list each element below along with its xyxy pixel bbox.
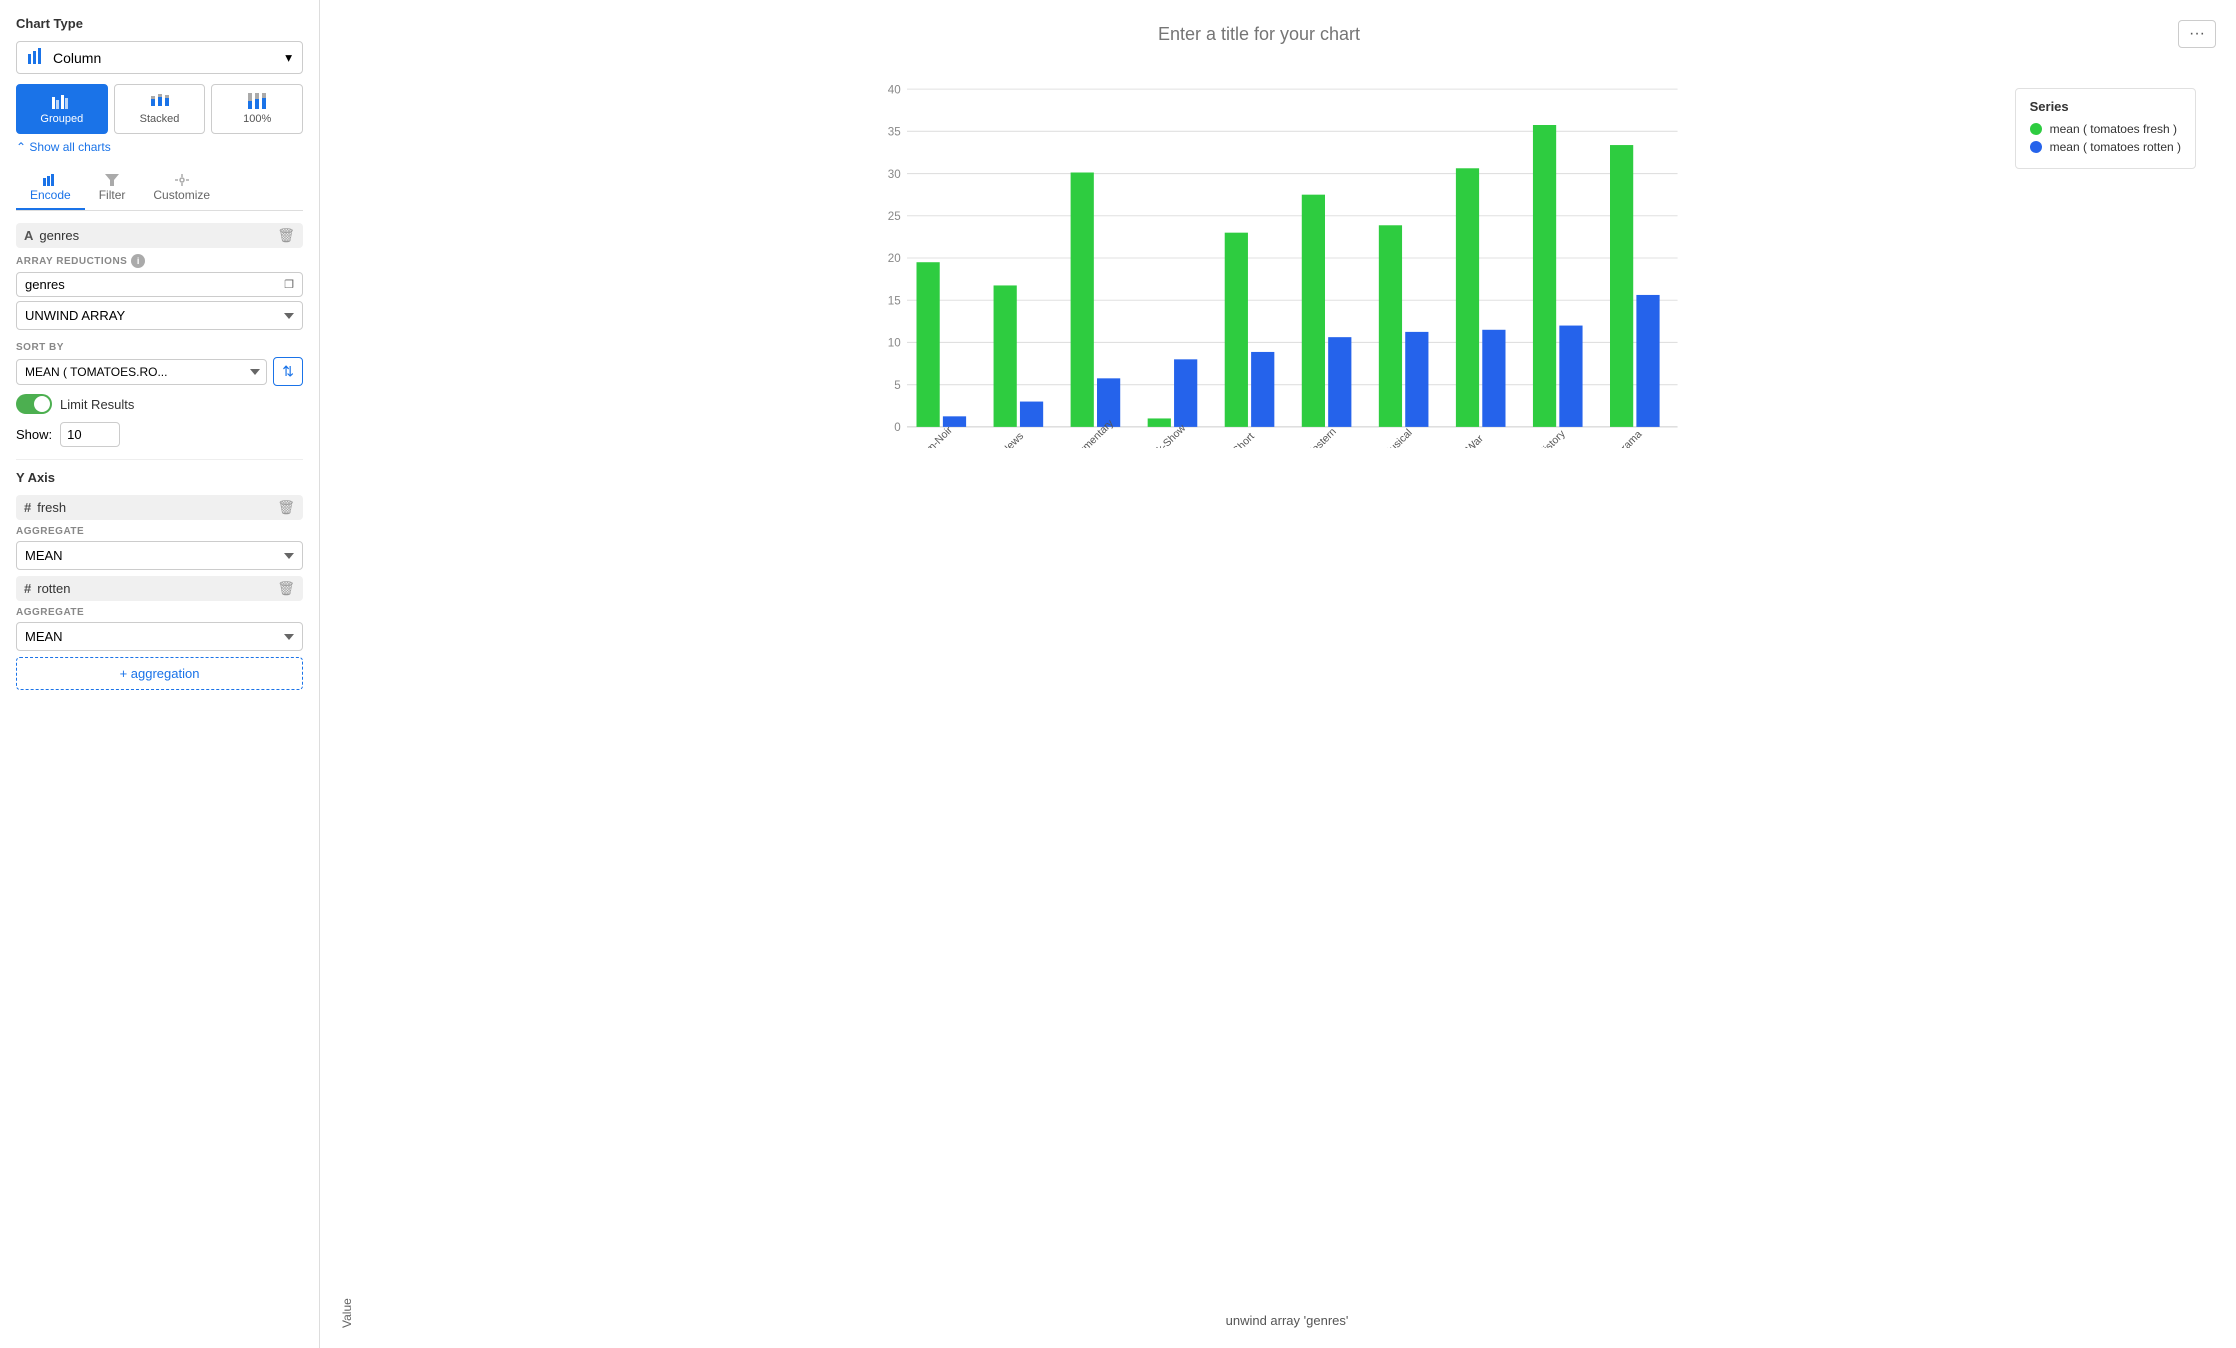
y-fresh-field-row: # fresh 🗑 bbox=[16, 495, 303, 520]
svg-text:15: 15 bbox=[888, 294, 901, 307]
x-label: War bbox=[1464, 432, 1486, 448]
hundred-percent-variant-btn[interactable]: 100% bbox=[211, 84, 303, 134]
svg-text:40: 40 bbox=[888, 83, 901, 96]
chart-svg-wrapper: 40 35 30 25 20 15 10 bbox=[358, 68, 2216, 1307]
bar bbox=[917, 262, 940, 427]
toggle-row: Limit Results bbox=[16, 394, 303, 414]
hundred-percent-label: 100% bbox=[243, 113, 271, 125]
bar bbox=[1456, 168, 1479, 427]
info-icon: i bbox=[131, 254, 145, 268]
genres-field-label: genres bbox=[39, 228, 79, 243]
show-input[interactable] bbox=[60, 422, 120, 447]
aggregate-rotten-label: AGGREGATE bbox=[16, 607, 303, 618]
bar bbox=[1071, 173, 1094, 427]
chart-inner: 40 35 30 25 20 15 10 bbox=[358, 68, 2216, 1328]
encode-tabs: Encode Filter Customize bbox=[16, 168, 303, 211]
chart-container: Series mean ( tomatoes fresh ) mean ( to… bbox=[340, 68, 2216, 1328]
x-axis-label: unwind array 'genres' bbox=[358, 1313, 2216, 1328]
bar bbox=[1379, 225, 1402, 427]
array-field-name: genres bbox=[25, 277, 65, 292]
svg-text:25: 25 bbox=[888, 210, 901, 223]
bar bbox=[1328, 337, 1351, 427]
bar bbox=[1482, 330, 1505, 427]
delete-field-icon[interactable]: 🗑 bbox=[277, 227, 295, 244]
column-chart-icon bbox=[27, 48, 45, 67]
x-label: History bbox=[1536, 427, 1568, 448]
bar bbox=[1610, 145, 1633, 427]
svg-text:5: 5 bbox=[894, 379, 900, 392]
chart-variants: Grouped Stacked 100% bbox=[16, 84, 303, 134]
stacked-label: Stacked bbox=[140, 113, 180, 125]
chart-title-bar: ··· bbox=[340, 20, 2216, 48]
show-label: Show: bbox=[16, 427, 52, 442]
y-rotten-field-row: # rotten 🗑 bbox=[16, 576, 303, 601]
field-type-icon: A bbox=[24, 228, 33, 243]
bar bbox=[1251, 352, 1274, 427]
tab-encode[interactable]: Encode bbox=[16, 168, 85, 210]
bar bbox=[1636, 295, 1659, 427]
chart-title-input[interactable] bbox=[340, 24, 2178, 45]
x-label: Musical bbox=[1381, 427, 1415, 448]
aggregate-fresh-label: AGGREGATE bbox=[16, 526, 303, 537]
bar bbox=[1559, 326, 1582, 427]
x-label: News bbox=[999, 430, 1026, 448]
bar-chart-svg: 40 35 30 25 20 15 10 bbox=[358, 68, 2216, 448]
chart-area: ··· Series mean ( tomatoes fresh ) mean … bbox=[320, 0, 2236, 1348]
array-field-block: genres ❐ bbox=[16, 272, 303, 297]
stacked-variant-btn[interactable]: Stacked bbox=[114, 84, 206, 134]
aggregate-fresh-select[interactable]: MEAN bbox=[16, 541, 303, 570]
sort-by-select[interactable]: MEAN ( TOMATOES.RO... bbox=[16, 359, 267, 385]
bar bbox=[1405, 332, 1428, 427]
array-expand-icon[interactable]: ❐ bbox=[284, 278, 294, 291]
bar bbox=[1020, 402, 1043, 427]
grouped-label: Grouped bbox=[40, 113, 83, 125]
y-axis-label: Value bbox=[340, 68, 354, 1328]
rotten-field-label: rotten bbox=[37, 581, 70, 596]
limit-results-label: Limit Results bbox=[60, 397, 134, 412]
bar bbox=[1148, 418, 1171, 426]
fresh-field-label: fresh bbox=[37, 500, 66, 515]
show-all-charts-btn[interactable]: ⌃ Show all charts bbox=[16, 140, 303, 154]
svg-text:35: 35 bbox=[888, 126, 901, 139]
tab-customize[interactable]: Customize bbox=[139, 168, 224, 210]
svg-text:30: 30 bbox=[888, 168, 901, 181]
sort-row: MEAN ( TOMATOES.RO... ⇅ bbox=[16, 357, 303, 386]
chart-type-dropdown[interactable]: Column ▾ bbox=[16, 41, 303, 74]
add-aggregation-btn[interactable]: + aggregation bbox=[16, 657, 303, 690]
svg-text:0: 0 bbox=[894, 421, 900, 434]
chart-type-label: Column bbox=[53, 50, 101, 66]
x-label: Short bbox=[1231, 431, 1257, 448]
unwind-array-select[interactable]: UNWIND ARRAY bbox=[16, 301, 303, 330]
x-axis-field-row: A genres 🗑 bbox=[16, 223, 303, 248]
y-axis-section: Y Axis # fresh 🗑 AGGREGATE MEAN # rotten… bbox=[16, 470, 303, 690]
aggregate-rotten-select[interactable]: MEAN bbox=[16, 622, 303, 651]
more-options-btn[interactable]: ··· bbox=[2178, 20, 2216, 48]
delete-fresh-icon[interactable]: 🗑 bbox=[277, 499, 295, 516]
svg-text:10: 10 bbox=[888, 337, 901, 350]
hash-icon-rotten: # bbox=[24, 581, 31, 596]
left-panel: Chart Type Column ▾ Grouped Stacked 100%… bbox=[0, 0, 320, 1348]
grouped-variant-btn[interactable]: Grouped bbox=[16, 84, 108, 134]
delete-rotten-icon[interactable]: 🗑 bbox=[277, 580, 295, 597]
x-label: Drama bbox=[1614, 428, 1645, 448]
bar bbox=[1174, 359, 1197, 427]
chart-type-title: Chart Type bbox=[16, 16, 303, 31]
x-label: Western bbox=[1303, 426, 1339, 448]
bar bbox=[1302, 195, 1325, 427]
show-row: Show: bbox=[16, 422, 303, 447]
array-reductions-label: ARRAY REDUCTIONS i bbox=[16, 254, 303, 268]
limit-results-toggle[interactable] bbox=[16, 394, 52, 414]
bar bbox=[994, 285, 1017, 426]
sort-direction-btn[interactable]: ⇅ bbox=[273, 357, 303, 386]
hash-icon-fresh: # bbox=[24, 500, 31, 515]
tab-filter[interactable]: Filter bbox=[85, 168, 140, 210]
bar bbox=[1225, 233, 1248, 427]
x-label: Film-Noir bbox=[916, 424, 955, 448]
sort-by-label: SORT BY bbox=[16, 342, 303, 353]
dropdown-arrow: ▾ bbox=[285, 50, 292, 66]
y-axis-title: Y Axis bbox=[16, 470, 303, 485]
bar bbox=[1533, 125, 1556, 427]
svg-text:20: 20 bbox=[888, 252, 901, 265]
